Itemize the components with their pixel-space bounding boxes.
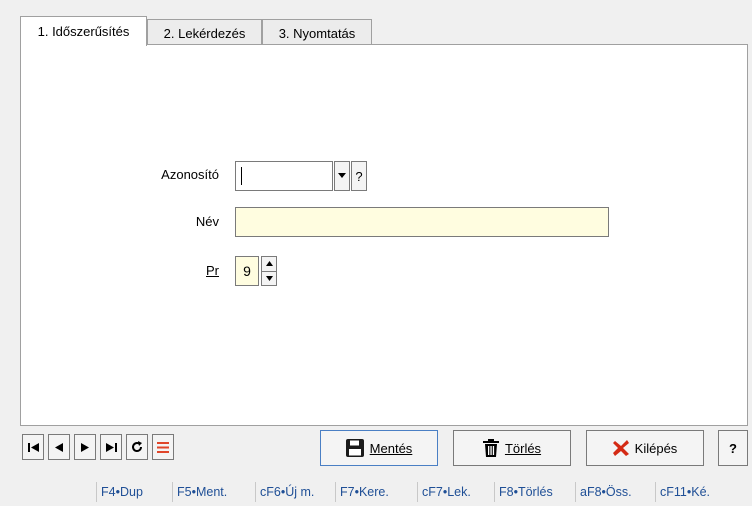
- shortcut-bar: F4•Dup F5•Ment. cF6•Új m. F7•Kere. cF7•L…: [0, 476, 752, 506]
- text-caret: [241, 167, 242, 185]
- tab-idoszerusites[interactable]: 1. Időszerűsítés: [20, 16, 147, 46]
- first-record-button[interactable]: [22, 434, 44, 460]
- shortcut-ke[interactable]: cF11•Ké.: [655, 482, 710, 502]
- azonosito-help-button[interactable]: ?: [351, 161, 367, 191]
- question-icon: ?: [729, 440, 737, 456]
- exit-button[interactable]: Kilépés: [586, 430, 704, 466]
- pr-spinner[interactable]: [261, 256, 277, 286]
- previous-record-button[interactable]: [48, 434, 70, 460]
- skip-last-icon: [105, 442, 117, 452]
- pr-value: 9: [243, 263, 251, 279]
- arrow-right-icon: [81, 442, 89, 452]
- help-button[interactable]: ?: [718, 430, 748, 466]
- next-record-button[interactable]: [74, 434, 96, 460]
- refresh-button[interactable]: [126, 434, 148, 460]
- tab-label: 1. Időszerűsítés: [37, 24, 130, 39]
- shortcut-summary[interactable]: aF8•Öss.: [575, 482, 632, 502]
- form-panel: Azonosító ? Név Pr 9: [20, 44, 748, 426]
- shortcut-save[interactable]: F5•Ment.: [172, 482, 227, 502]
- spin-down-icon[interactable]: [262, 270, 276, 286]
- nev-input[interactable]: [235, 207, 609, 237]
- floppy-disk-icon: [345, 439, 364, 457]
- delete-button[interactable]: Törlés: [453, 430, 571, 466]
- question-icon: ?: [355, 168, 363, 184]
- save-button[interactable]: Mentés: [320, 430, 438, 466]
- shortcut-delete[interactable]: F8•Törlés: [494, 482, 553, 502]
- azonosito-dropdown-button[interactable]: [334, 161, 350, 191]
- skip-first-icon: [27, 442, 39, 452]
- nev-label: Név: [195, 214, 219, 229]
- list-icon: [157, 441, 169, 453]
- caret-down-icon: [338, 173, 346, 178]
- tab-label: 3. Nyomtatás: [278, 25, 356, 41]
- shortcut-search[interactable]: F7•Kere.: [335, 482, 389, 502]
- close-x-icon: [612, 440, 629, 456]
- arrow-left-icon: [55, 442, 63, 452]
- pr-label: Pr: [206, 263, 219, 278]
- delete-label: Törlés: [504, 440, 542, 456]
- list-button[interactable]: [152, 434, 174, 460]
- exit-label: Kilépés: [634, 440, 678, 456]
- tab-lekerdezes[interactable]: 2. Lekérdezés: [147, 19, 262, 46]
- azonosito-label: Azonosító: [161, 167, 219, 182]
- tab-nyomtatas[interactable]: 3. Nyomtatás: [262, 19, 372, 46]
- spin-up-icon[interactable]: [262, 257, 276, 271]
- refresh-icon: [132, 441, 143, 453]
- shortcut-dup[interactable]: F4•Dup: [96, 482, 143, 502]
- save-label: Mentés: [369, 440, 413, 456]
- shortcut-new[interactable]: cF6•Új m.: [255, 482, 314, 502]
- pr-input[interactable]: 9: [235, 256, 259, 286]
- tab-label: 2. Lekérdezés: [163, 25, 246, 41]
- shortcut-query[interactable]: cF7•Lek.: [417, 482, 471, 502]
- trash-icon: [482, 439, 499, 457]
- azonosito-input[interactable]: [235, 161, 333, 191]
- last-record-button[interactable]: [100, 434, 122, 460]
